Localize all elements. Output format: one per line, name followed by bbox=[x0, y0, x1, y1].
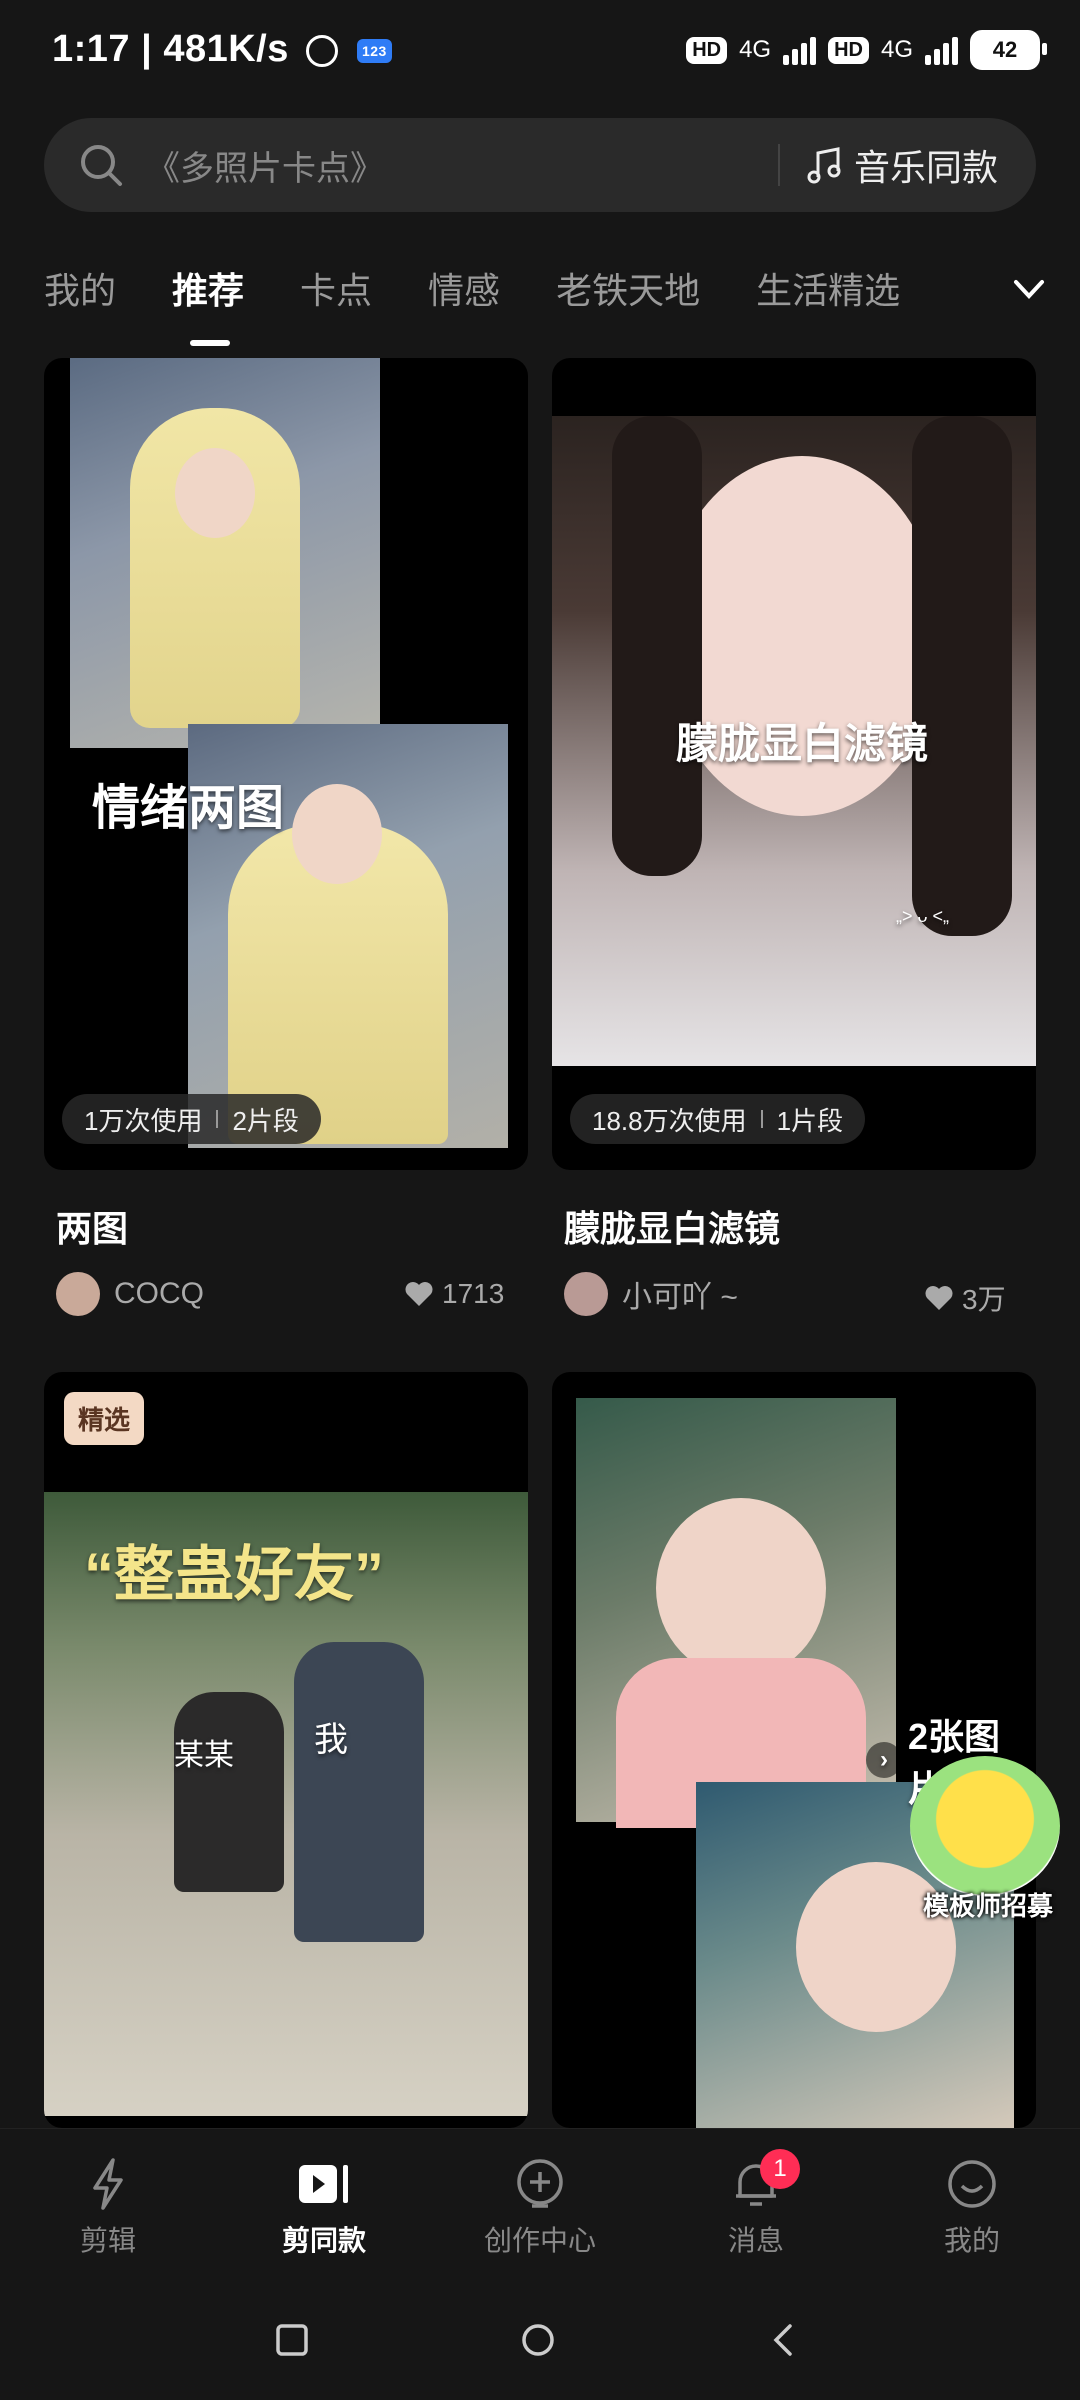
card-3-label-2: 我 bbox=[314, 1721, 348, 1759]
template-recruit-promo[interactable]: 模板师招募 bbox=[908, 1756, 1064, 1926]
nav-edit[interactable]: 剪辑 bbox=[28, 2149, 188, 2259]
hd-indicator-2: HD bbox=[828, 36, 869, 64]
search-bar[interactable]: 《多照片卡点》 音乐同款 bbox=[44, 118, 1036, 212]
tabs-fade bbox=[920, 250, 1080, 330]
card-2-title[interactable]: 朦胧显白滤镜 bbox=[564, 1200, 780, 1252]
template-card-3[interactable]: 精选 “整蛊好友” 某某 我 bbox=[44, 1372, 528, 2128]
alarm-icon bbox=[305, 34, 338, 67]
avatar bbox=[564, 1272, 608, 1316]
chevron-down-icon[interactable] bbox=[1012, 272, 1046, 306]
status-time: 1:17 | 481K/s 123 bbox=[52, 28, 392, 71]
lightning-icon bbox=[93, 2158, 123, 2210]
bottom-navigation: 剪辑 剪同款 创作中心 消息 1 我的 bbox=[0, 2128, 1080, 2279]
tab-recommended[interactable]: 推荐 bbox=[172, 262, 244, 346]
network-type: 4G bbox=[739, 36, 772, 63]
recent-apps-icon[interactable] bbox=[272, 2320, 312, 2360]
card-1-likes[interactable]: 1713 bbox=[404, 1278, 504, 1310]
play-clip-icon bbox=[299, 2165, 348, 2203]
featured-badge: 精选 bbox=[64, 1392, 145, 1445]
network-type-2: 4G bbox=[880, 36, 913, 63]
card-2-usage-badge: 18.8万次使用 1片段 bbox=[570, 1094, 866, 1144]
music-same-button[interactable]: 音乐同款 bbox=[804, 118, 998, 212]
signal-icon-2 bbox=[925, 35, 958, 65]
nav-messages[interactable]: 消息 1 bbox=[676, 2149, 836, 2259]
hd-indicator: HD bbox=[686, 36, 728, 64]
chevron-right-icon[interactable]: › bbox=[866, 1742, 902, 1778]
search-placeholder: 《多照片卡点》 bbox=[146, 149, 384, 188]
template-card-1[interactable]: 情绪两图 1万次使用 2片段 bbox=[44, 358, 528, 1170]
back-icon[interactable] bbox=[764, 2320, 804, 2360]
signal-icon bbox=[783, 35, 817, 65]
tab-laotie[interactable]: 老铁天地 bbox=[556, 262, 700, 322]
promo-label: 模板师招募 bbox=[922, 1891, 1053, 1921]
music-note-icon bbox=[807, 147, 841, 184]
nav-profile[interactable]: 我的 bbox=[892, 2149, 1052, 2259]
card-2-overlay-title: 朦胧显白滤镜 bbox=[676, 720, 929, 767]
smile-icon bbox=[948, 2160, 996, 2208]
template-card-4[interactable]: › 2张图片 bbox=[552, 1372, 1036, 2128]
template-card-2[interactable]: 朦胧显白滤镜 „> ᴗ <„ 18.8万次使用 1片段 bbox=[552, 358, 1036, 1170]
music-same-label: 音乐同款 bbox=[854, 147, 999, 188]
card-1-photo-top bbox=[70, 358, 380, 748]
tab-life-picks[interactable]: 生活精选 bbox=[756, 262, 900, 322]
card-1-author[interactable]: COCQ bbox=[56, 1272, 204, 1316]
tab-beat[interactable]: 卡点 bbox=[300, 262, 372, 322]
create-icon bbox=[517, 2159, 563, 2208]
card-3-label-1: 某某 bbox=[174, 1739, 234, 1772]
card-1-title[interactable]: 两图 bbox=[56, 1200, 128, 1252]
system-navigation bbox=[0, 2280, 1080, 2400]
search-divider bbox=[778, 144, 780, 186]
nav-template[interactable]: 剪同款 bbox=[244, 2149, 404, 2259]
card-1-overlay-title: 情绪两图 bbox=[92, 782, 285, 835]
card-2-likes[interactable]: 3万 bbox=[924, 1278, 1006, 1318]
nav-creation-center[interactable]: 创作中心 bbox=[460, 2149, 620, 2259]
message-badge: 1 bbox=[760, 2149, 800, 2189]
search-icon bbox=[81, 145, 122, 186]
card-4-photo-top bbox=[576, 1398, 896, 1828]
status-bar: 1:17 | 481K/s 123 HD 4G HD 4G 42 bbox=[0, 0, 1080, 100]
card-3-overlay-title: “整蛊好友” bbox=[84, 1541, 384, 1608]
mascot-icon bbox=[910, 1756, 1060, 1896]
home-icon[interactable] bbox=[518, 2320, 558, 2360]
tab-mine[interactable]: 我的 bbox=[44, 262, 116, 322]
category-tabs: 我的 推荐 卡点 情感 老铁天地 生活精选 bbox=[44, 262, 1044, 346]
card-1-usage-badge: 1万次使用 2片段 bbox=[62, 1094, 321, 1144]
card-2-small-text: „> ᴗ <„ bbox=[896, 906, 950, 926]
card-2-author[interactable]: 小可吖 ~ bbox=[564, 1272, 738, 1316]
heart-icon bbox=[925, 1286, 953, 1310]
app-notification-badge: 123 bbox=[356, 38, 392, 63]
battery-icon: 42 bbox=[970, 30, 1047, 70]
avatar bbox=[56, 1272, 100, 1316]
tab-emotion[interactable]: 情感 bbox=[428, 262, 500, 322]
heart-icon bbox=[405, 1282, 433, 1306]
